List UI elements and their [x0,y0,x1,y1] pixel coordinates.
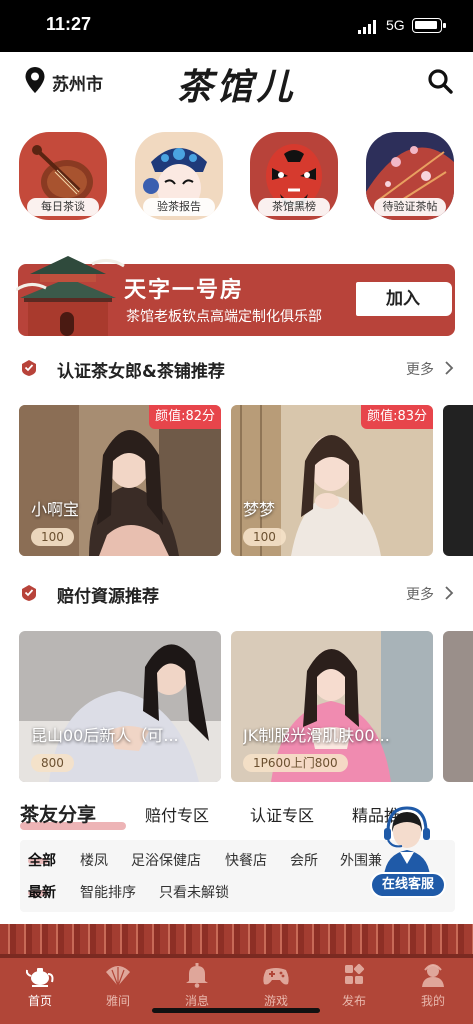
price-tag: 1P600上门800 [243,754,348,772]
online-service-button[interactable]: 在线客服 [366,804,448,900]
filter-unlocked-only[interactable]: 只看未解锁 [159,882,229,902]
filter-all[interactable]: 全部 [28,850,56,870]
card-name: 昆山00后新人（可... [31,726,179,745]
category-label: 每日茶谈 [27,198,99,216]
card-name: 小啊宝 [31,500,80,519]
app-logo: 茶馆儿 [176,66,297,108]
banner-title: 天字一号房 [124,277,245,303]
more-link[interactable]: 更多 [406,359,434,379]
verified-badge-icon [22,585,36,601]
nav-private-room[interactable]: 雅间 [88,962,148,1012]
section-title: 赔付資源推荐 [57,587,159,607]
nav-profile[interactable]: 我的 [403,962,463,1012]
battery-icon [412,18,446,33]
decorative-trim [0,924,473,954]
resource-card-partial[interactable] [443,631,473,782]
tab-compensation[interactable]: 赔付专区 [145,802,209,826]
filter-club[interactable]: 会所 [290,850,318,870]
nav-label: 游戏 [263,994,288,1008]
vip-club-banner[interactable]: 天字一号房 茶馆老板钦点高端定制化俱乐部 加入 [16,256,455,336]
status-time: 11:27 [46,14,92,34]
profile-card[interactable]: 颜值:82分 小啊宝 100 [19,405,221,556]
category-daily-talk[interactable]: 每日茶谈 [19,132,107,220]
nav-games[interactable]: 游戏 [246,962,306,1012]
category-label: 验茶报告 [143,198,215,216]
grid-icon [345,963,365,984]
section-header-certified: 认证茶女郎&茶铺推荐 更多 [0,355,473,385]
decorative-trim-line [0,954,473,958]
section-title: 认证茶女郎&茶铺推荐 [57,362,225,382]
verified-badge-icon [22,360,36,376]
appearance-score-badge: 颜值:83分 [361,405,433,429]
banner-subtitle: 茶馆老板钦点高端定制化俱乐部 [126,309,322,325]
tab-tea-share[interactable]: 茶友分享 [20,800,96,827]
category-label: 待验证茶帖 [374,198,446,216]
card-name: JK制服光滑肌肤00... [243,726,390,745]
nav-label: 发布 [341,994,366,1008]
resource-card[interactable]: JK制服光滑肌肤00... 1P600上门800 [231,631,433,782]
nav-label: 消息 [184,994,209,1008]
nav-label: 首页 [27,994,52,1008]
tab-certified[interactable]: 认证专区 [250,802,314,826]
filter-fast-food[interactable]: 快餐店 [225,850,267,870]
online-service-label: 在线客服 [370,872,446,898]
network-type: 5G [386,17,405,33]
nav-label: 雅间 [105,994,130,1008]
bell-icon [186,963,208,988]
category-label: 茶馆黑榜 [258,198,330,216]
fan-icon [106,966,130,987]
nav-publish[interactable]: 发布 [324,962,384,1012]
chevron-right-icon[interactable] [444,586,454,600]
nav-home[interactable]: 首页 [10,962,70,1012]
join-button[interactable]: 加入 [356,282,452,316]
teapot-icon [26,968,54,987]
status-bar: 11:27 5G [0,0,473,52]
price-tag: 800 [31,754,74,772]
price-tag: 100 [31,528,74,546]
profile-card-partial[interactable] [443,405,473,556]
gamepad-icon [263,968,289,985]
chevron-right-icon[interactable] [444,361,454,375]
more-link[interactable]: 更多 [406,584,434,604]
signal-icon [358,20,376,34]
pagoda-building-icon [16,256,125,336]
price-tag: 100 [243,528,286,546]
category-blacklist[interactable]: 茶馆黑榜 [250,132,338,220]
category-pending-posts[interactable]: 待验证茶帖 [366,132,454,220]
home-indicator [152,1008,320,1013]
category-tea-report[interactable]: 验茶报告 [135,132,223,220]
customer-service-agent-icon [384,806,430,876]
sort-latest[interactable]: 最新 [28,882,56,902]
profile-icon [422,964,444,987]
category-row: 每日茶谈 验茶报告 茶馆黑榜 待验证茶帖 [0,132,473,222]
filter-loufeng[interactable]: 楼凤 [80,850,108,870]
card-name: 梦梦 [243,500,276,519]
resource-card[interactable]: 昆山00后新人（可... 800 [19,631,221,782]
section-header-compensation: 赔付資源推荐 更多 [0,580,473,610]
app-header: 苏州市 茶馆儿 [0,52,473,112]
search-icon[interactable] [427,68,453,94]
nav-messages[interactable]: 消息 [167,962,227,1012]
nav-label: 我的 [420,994,445,1008]
sort-smart[interactable]: 智能排序 [80,882,136,902]
appearance-score-badge: 颜值:82分 [149,405,221,429]
profile-card[interactable]: 颜值:83分 梦梦 100 [231,405,433,556]
filter-foot-spa[interactable]: 足浴保健店 [131,850,201,870]
